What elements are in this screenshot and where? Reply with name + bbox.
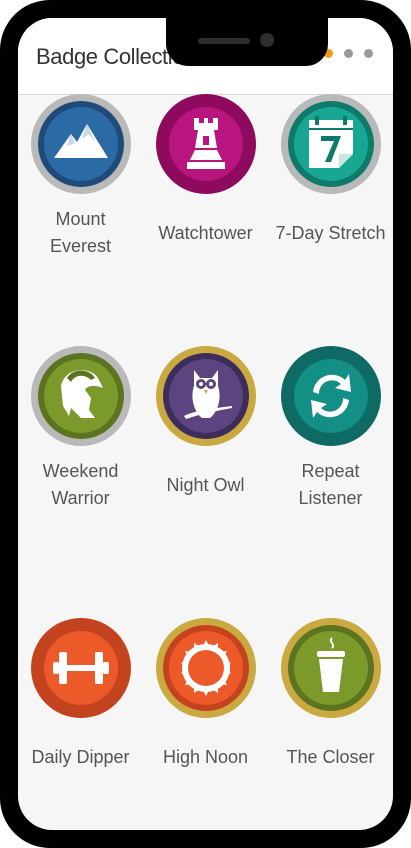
mountain-icon <box>31 94 131 194</box>
notch <box>166 18 328 66</box>
badge-label: 7-Day Stretch <box>275 223 386 243</box>
coffee-cup-icon <box>281 618 381 718</box>
page-dot[interactable] <box>364 49 373 58</box>
owl-icon <box>156 346 256 446</box>
screen: Badge Collection Mount Everest Watchtowe… <box>18 18 393 830</box>
badge-label: Daily Dipper <box>31 747 130 767</box>
page-dot[interactable] <box>344 49 353 58</box>
badge-label: Night Owl <box>166 475 245 495</box>
badge-label: The Closer <box>286 747 375 767</box>
badge-label: High Noon <box>162 747 249 767</box>
repeat-icon <box>281 346 381 446</box>
rook-icon <box>156 94 256 194</box>
badge-label: Weekend Warrior <box>42 461 119 508</box>
camera <box>260 33 274 47</box>
badge-label: Repeat Listener <box>298 461 363 508</box>
sun-icon <box>156 618 256 718</box>
phone-frame: Badge Collection Mount Everest Watchtowe… <box>0 0 411 848</box>
speaker <box>198 38 250 44</box>
badge-label: Watchtower <box>158 223 253 243</box>
badge-label: Mount Everest <box>49 209 112 256</box>
calendar-icon <box>281 94 381 194</box>
helmet-icon <box>31 346 131 446</box>
dumbbell-icon <box>31 618 131 718</box>
